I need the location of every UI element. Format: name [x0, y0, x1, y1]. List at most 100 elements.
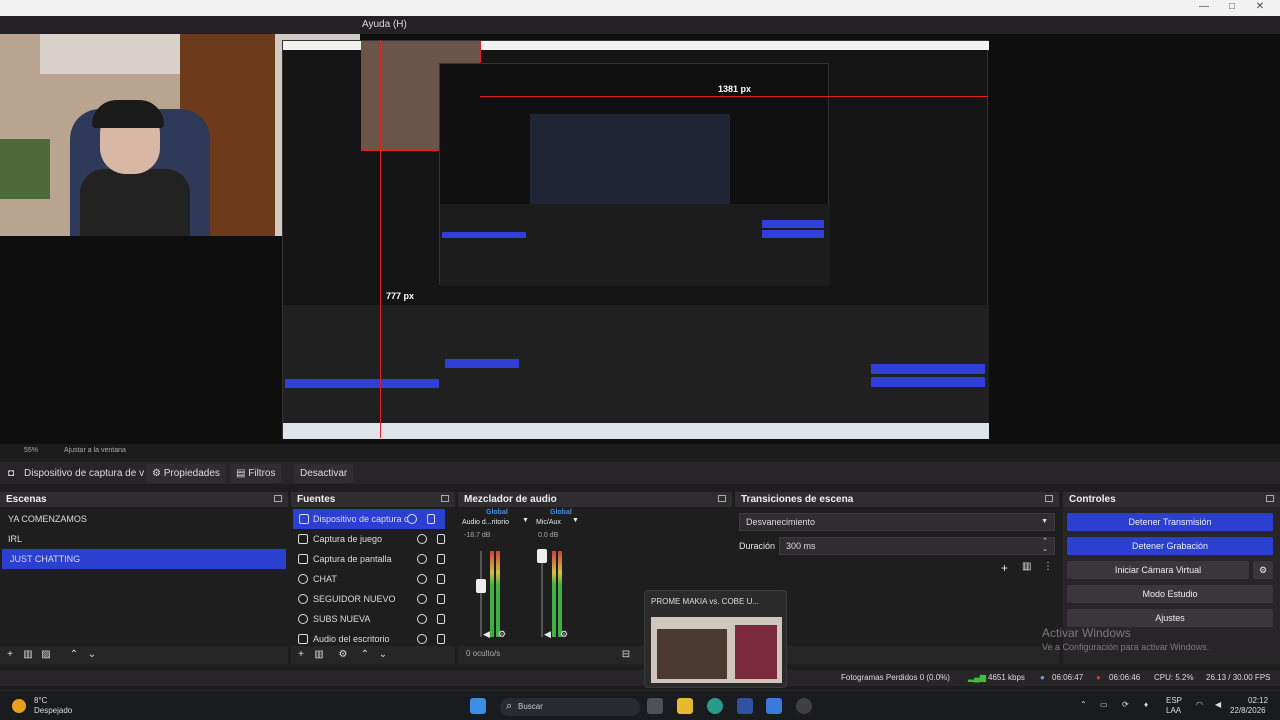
- sync-icon[interactable]: ⟳: [1122, 700, 1129, 709]
- add-icon[interactable]: +: [1001, 561, 1008, 575]
- stop-stream-button[interactable]: Detener Transmisión: [1067, 513, 1273, 531]
- properties-button[interactable]: ⚙ Propiedades: [146, 464, 226, 483]
- monitor-icon: [298, 554, 308, 564]
- lang-primary[interactable]: ESP: [1166, 696, 1182, 705]
- menu-icon[interactable]: ⊟: [620, 649, 632, 661]
- audio-meter: [490, 551, 494, 637]
- virtual-cam-button[interactable]: Iniciar Cámara Virtual: [1067, 561, 1249, 579]
- lang-secondary[interactable]: LAA: [1166, 706, 1181, 715]
- volume-handle[interactable]: [476, 579, 486, 593]
- source-item[interactable]: Captura de juego: [291, 529, 455, 549]
- speaker-icon[interactable]: ◀: [483, 629, 490, 640]
- clock-time[interactable]: 02:12: [1248, 696, 1268, 705]
- eye-icon[interactable]: [417, 554, 427, 564]
- lock-icon[interactable]: [427, 514, 435, 524]
- lock-icon[interactable]: [437, 574, 445, 584]
- transitions-title: Transiciones de escena: [741, 494, 854, 505]
- gear-icon[interactable]: ⚙: [337, 649, 349, 661]
- source-item[interactable]: Captura de pantalla: [291, 549, 455, 569]
- source-item-selected[interactable]: Dispositivo de captura c: [293, 509, 445, 529]
- gear-icon[interactable]: ⚙: [1253, 561, 1273, 579]
- undock-icon[interactable]: [718, 495, 726, 502]
- speaker-icon[interactable]: ◀: [544, 629, 551, 640]
- add-icon[interactable]: +: [295, 649, 307, 661]
- audio-meter: [552, 551, 556, 637]
- lock-icon[interactable]: [437, 614, 445, 624]
- task-view-icon[interactable]: [647, 698, 663, 714]
- eye-icon[interactable]: [417, 534, 427, 544]
- undock-icon[interactable]: [441, 495, 449, 502]
- gear-icon[interactable]: ⚙: [560, 629, 568, 640]
- scene-item[interactable]: YA COMENZAMOS: [0, 509, 288, 529]
- windows-start-icon[interactable]: [470, 698, 486, 714]
- volume-slider[interactable]: [480, 551, 482, 637]
- deactivate-button[interactable]: Desactivar: [294, 464, 354, 483]
- maximize-button[interactable]: □: [1218, 0, 1246, 16]
- settings-button[interactable]: Ajustes: [1067, 609, 1273, 627]
- source-item[interactable]: SUBS NUEVA: [291, 609, 455, 629]
- lock-icon[interactable]: [437, 634, 445, 644]
- minimize-button[interactable]: —: [1190, 0, 1218, 16]
- volume-icon[interactable]: ◀: [1215, 700, 1221, 709]
- undock-icon[interactable]: [1266, 495, 1274, 502]
- display-capture-preview: [282, 40, 989, 439]
- chevron-down-icon[interactable]: ▼: [522, 517, 529, 524]
- down-icon[interactable]: ⌄: [377, 649, 389, 661]
- undock-icon[interactable]: [274, 495, 282, 502]
- trash-icon[interactable]: ▥: [22, 649, 34, 661]
- wifi-icon[interactable]: ◠: [1196, 700, 1203, 709]
- taskbar-thumbnail[interactable]: PROME MAKIA vs. COBE U...: [644, 590, 787, 688]
- weather-icon[interactable]: [12, 699, 26, 713]
- network-icon[interactable]: ▭: [1100, 700, 1108, 709]
- edge-icon[interactable]: [707, 698, 723, 714]
- down-icon[interactable]: ⌄: [86, 649, 98, 661]
- file-explorer-icon[interactable]: [677, 698, 693, 714]
- lock-icon[interactable]: [437, 534, 445, 544]
- stream-icon: ●: [1040, 673, 1045, 682]
- scene-item-selected[interactable]: JUST CHATTING: [2, 549, 286, 569]
- store-icon[interactable]: [737, 698, 753, 714]
- watermark-line2: Ve a Configuración para activar Windows.: [1042, 642, 1210, 652]
- volume-slider[interactable]: [541, 551, 543, 637]
- eye-icon[interactable]: [417, 574, 427, 584]
- chevron-up-icon[interactable]: ⌃: [1080, 700, 1087, 709]
- eye-icon[interactable]: [417, 634, 427, 644]
- menu-help[interactable]: Ayuda (H): [362, 19, 407, 30]
- source-item[interactable]: SEGUIDOR NUEVO: [291, 589, 455, 609]
- add-icon[interactable]: +: [4, 649, 16, 661]
- filters-label: Filtros: [248, 468, 276, 479]
- chevron-down-icon[interactable]: ▼: [572, 517, 579, 524]
- up-icon[interactable]: ⌃: [68, 649, 80, 661]
- undock-icon[interactable]: [1045, 495, 1053, 502]
- eye-icon[interactable]: [417, 594, 427, 604]
- more-icon[interactable]: ⋮: [1043, 561, 1053, 572]
- up-icon[interactable]: ⌃: [359, 649, 371, 661]
- trash-icon[interactable]: ▥: [1022, 561, 1031, 572]
- spinner-icon[interactable]: ⌃ ⌄: [1042, 538, 1048, 554]
- studio-mode-button[interactable]: Modo Estudio: [1067, 585, 1273, 603]
- filter-icon[interactable]: ▨: [40, 649, 52, 661]
- transition-select[interactable]: Desvanecimiento ▼: [739, 513, 1055, 531]
- lock-icon[interactable]: [437, 554, 445, 564]
- clock-date[interactable]: 22/8/2026: [1230, 706, 1266, 715]
- eye-icon[interactable]: [407, 514, 417, 524]
- filters-button[interactable]: ▤ Filtros: [230, 464, 282, 483]
- volume-handle[interactable]: [537, 549, 547, 563]
- duration-input[interactable]: 300 ms ⌃ ⌄: [779, 537, 1055, 555]
- zoom-level[interactable]: 55%: [24, 444, 38, 458]
- stop-record-button[interactable]: Detener Grabación: [1067, 537, 1273, 555]
- cpu-usage: CPU: 5.2%: [1154, 673, 1194, 682]
- lock-icon[interactable]: [437, 594, 445, 604]
- scene-item[interactable]: IRL: [0, 529, 288, 549]
- mic-icon[interactable]: ♦: [1144, 700, 1148, 709]
- close-button[interactable]: ✕: [1246, 0, 1274, 16]
- obs-icon[interactable]: [796, 698, 812, 714]
- source-item[interactable]: CHAT: [291, 569, 455, 589]
- search-box[interactable]: ⌕ Buscar: [500, 698, 640, 716]
- outlook-icon[interactable]: [766, 698, 782, 714]
- trash-icon[interactable]: ▥: [313, 649, 325, 661]
- fit-window[interactable]: Ajustar a la ventana: [64, 444, 126, 458]
- gear-icon[interactable]: ⚙: [498, 629, 506, 640]
- eye-icon[interactable]: [417, 614, 427, 624]
- preview-area[interactable]: 1381 px 777 px: [0, 34, 1280, 444]
